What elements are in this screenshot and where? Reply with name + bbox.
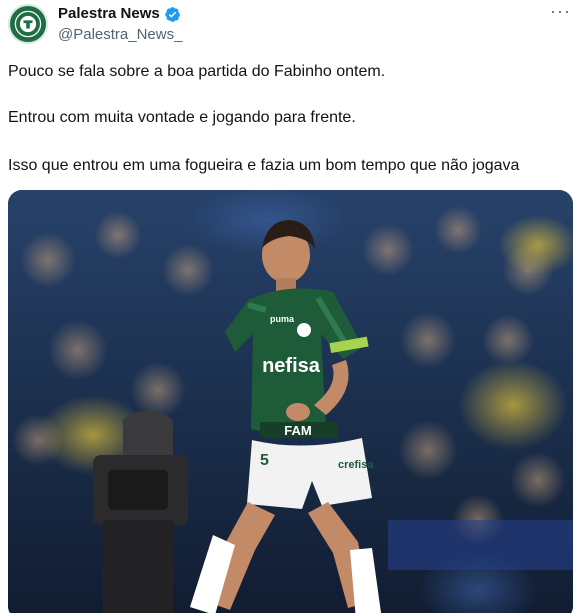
football-player-photo: nefisa puma FAM 5 crefisa xyxy=(8,190,573,613)
user-handle[interactable]: @Palestra_News_ xyxy=(58,26,182,44)
avatar[interactable] xyxy=(8,4,48,44)
palestra-logo-icon xyxy=(10,6,46,42)
post-paragraph-3: Isso que entrou em uma fogueira e fazia … xyxy=(8,157,520,174)
shorts-sponsor-text: crefisa xyxy=(338,459,374,471)
display-name-text: Palestra News xyxy=(58,5,160,22)
tweet-card: Palestra News @Palestra_News_ ··· Pouco … xyxy=(0,0,583,613)
display-name[interactable]: Palestra News xyxy=(58,5,181,23)
shorts-number-text: 5 xyxy=(260,452,269,469)
jersey-brand-text: puma xyxy=(270,314,295,324)
post-paragraph-1: Pouco se fala sobre a boa partida do Fab… xyxy=(8,63,386,80)
more-options-button[interactable]: ··· xyxy=(550,2,571,20)
post-photo[interactable]: nefisa puma FAM 5 crefisa xyxy=(8,190,573,613)
shirt-band-text: FAM xyxy=(284,423,311,438)
verified-badge-icon xyxy=(164,6,180,22)
jersey-sponsor-text: nefisa xyxy=(262,355,321,377)
post-paragraph-2: Entrou com muita vontade e jogando para … xyxy=(8,109,356,126)
